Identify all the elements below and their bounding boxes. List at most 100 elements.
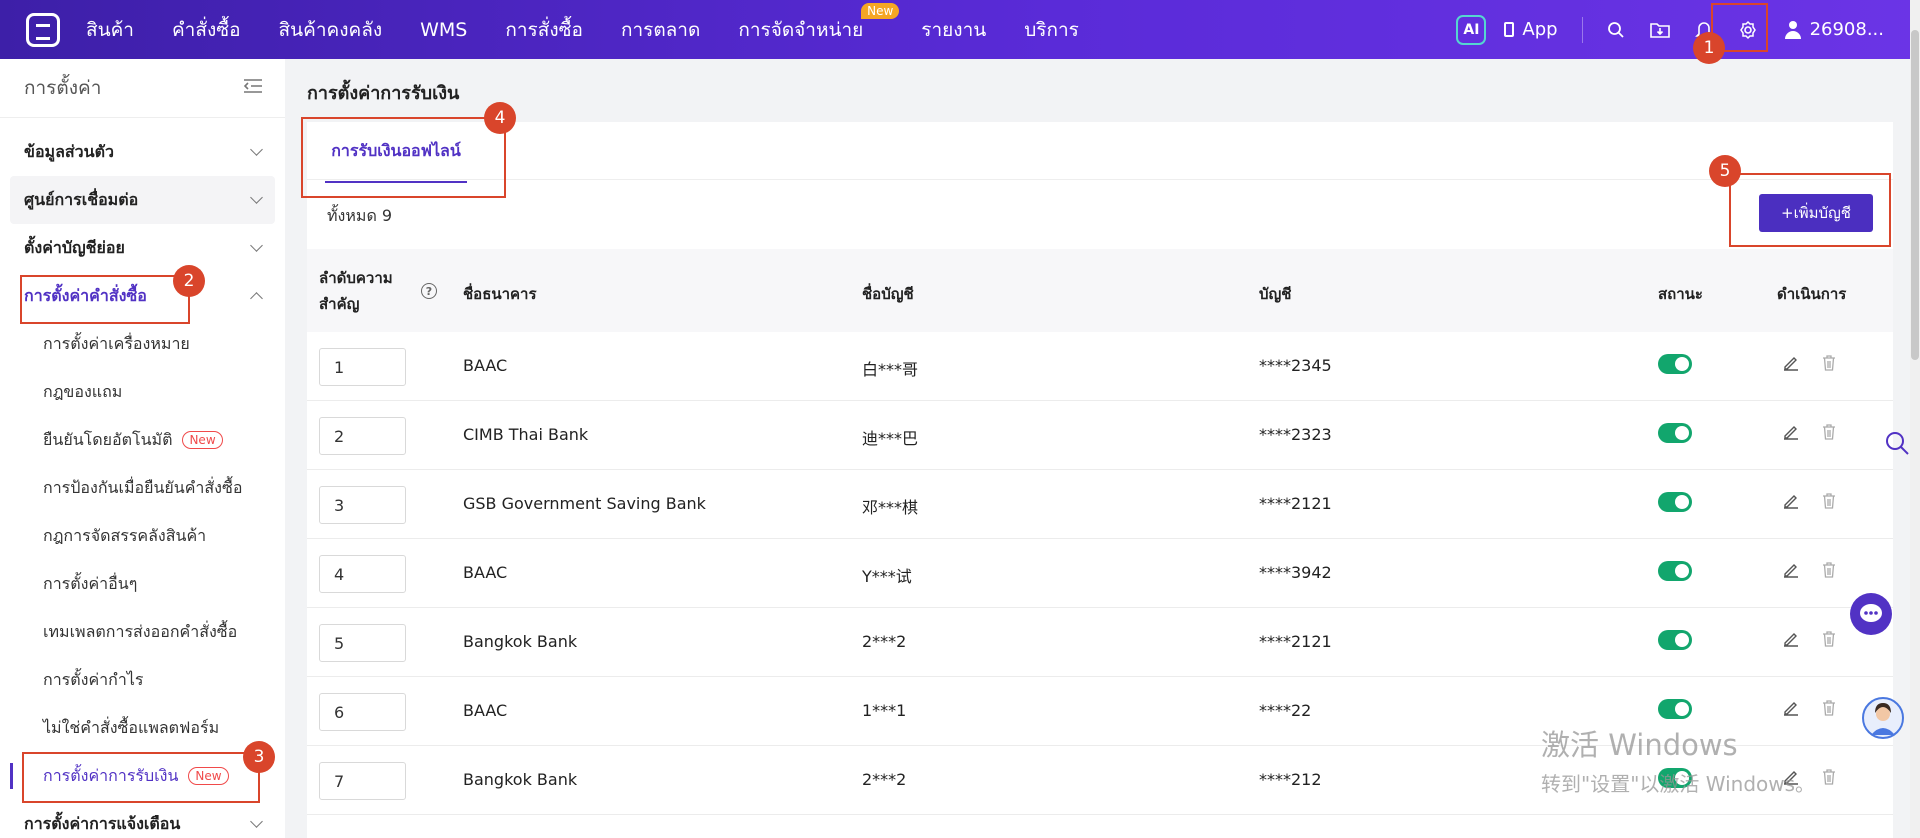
- header-priority-line2: สำคัญ: [319, 295, 360, 313]
- delete-icon[interactable]: [1820, 561, 1840, 581]
- nav-purchasing[interactable]: การสั่งซื้อ: [505, 15, 583, 45]
- sidebar-group-label: ศูนย์การเชื่อมต่อ: [24, 189, 139, 209]
- edit-icon[interactable]: [1782, 354, 1802, 374]
- account-cell: ****22: [1259, 701, 1312, 720]
- status-toggle[interactable]: [1658, 699, 1692, 719]
- chevron-down-icon: [250, 239, 263, 252]
- page-title: การตั้งค่าการรับเงิน: [307, 83, 460, 104]
- assistant-avatar[interactable]: [1862, 697, 1904, 739]
- sidebar-item-profit-settings[interactable]: การตั้งค่ากำไร: [0, 656, 285, 704]
- chevron-down-icon: [250, 815, 263, 828]
- logo[interactable]: [26, 12, 60, 47]
- account-cell: ****2121: [1259, 494, 1332, 513]
- ai-button[interactable]: AI: [1456, 14, 1487, 45]
- sidebar-item-export-template[interactable]: เทมเพลตการส่งออกคำสั่งซื้อ: [0, 608, 285, 656]
- header-actions: ดำเนินการ: [1777, 285, 1847, 303]
- annotation-badge-5: 5: [1709, 155, 1741, 187]
- app-button[interactable]: App: [1504, 19, 1558, 40]
- priority-input[interactable]: 7: [319, 762, 406, 800]
- delete-icon[interactable]: [1820, 699, 1840, 719]
- total-count: ทั้งหมด 9: [327, 206, 393, 225]
- header-account: บัญชี: [1259, 285, 1292, 303]
- chevron-down-icon: [250, 191, 263, 204]
- table-row: 3 GSB Government Saving Bank 邓***棋 ****2…: [307, 470, 1893, 539]
- account-name-cell: 2***2: [862, 632, 907, 651]
- delete-icon[interactable]: [1820, 492, 1840, 512]
- nav-products[interactable]: สินค้า: [86, 15, 134, 45]
- help-icon[interactable]: ?: [421, 283, 437, 299]
- sidebar-item-label: ยืนยันโดยอัตโนมัติ: [43, 429, 173, 449]
- annotation-badge-2: 2: [173, 265, 205, 297]
- nav-marketing[interactable]: การตลาด: [621, 15, 700, 45]
- priority-input[interactable]: 1: [319, 348, 406, 386]
- priority-input[interactable]: 3: [319, 486, 406, 524]
- search-icon[interactable]: [1605, 19, 1627, 41]
- nav-distribution[interactable]: การจัดจำหน่าย New: [738, 2, 900, 45]
- sidebar-item-non-platform-orders[interactable]: ไม่ใช่คำสั่งซื้อแพลตฟอร์ม: [0, 704, 285, 752]
- account-name-cell: Y***试: [862, 567, 912, 586]
- account-cell: ****2345: [1259, 356, 1332, 375]
- nav-inventory[interactable]: สินค้าคงคลัง: [279, 15, 383, 45]
- tab-divider: [307, 179, 1893, 180]
- windows-watermark: 激活 Windows 转到"设置"以激活 Windows。: [1541, 722, 1815, 797]
- sidebar-title: การตั้งค่า: [24, 77, 102, 99]
- status-toggle[interactable]: [1658, 630, 1692, 650]
- sidebar-item-mark-settings[interactable]: การตั้งค่าเครื่องหมาย: [0, 320, 285, 368]
- edit-icon[interactable]: [1782, 699, 1802, 719]
- bank-name-cell: BAAC: [463, 701, 508, 720]
- nav-wms[interactable]: WMS: [420, 19, 467, 41]
- edit-icon[interactable]: [1782, 561, 1802, 581]
- annotation-box-4: [301, 117, 506, 198]
- sidebar-item-auto-confirm[interactable]: ยืนยันโดยอัตโนมัติ New: [0, 416, 285, 464]
- sidebar-item-confirm-protection[interactable]: การป้องกันเมื่อยืนยันคำสั่งซื้อ: [0, 464, 285, 512]
- user-label: 26908...: [1809, 19, 1884, 40]
- phone-icon: [1504, 22, 1515, 37]
- annotation-badge-4: 4: [484, 102, 516, 134]
- nav-orders[interactable]: คำสั่งซื้อ: [172, 15, 241, 45]
- delete-icon[interactable]: [1820, 354, 1840, 374]
- priority-input[interactable]: 4: [319, 555, 406, 593]
- status-toggle[interactable]: [1658, 561, 1692, 581]
- table-row: 4 BAAC Y***试 ****3942: [307, 539, 1893, 608]
- sidebar-group-label: การตั้งค่าการแจ้งเตือน: [24, 813, 181, 833]
- edit-icon[interactable]: [1782, 423, 1802, 443]
- watermark-line2: 转到"设置"以激活 Windows。: [1541, 772, 1816, 796]
- sidebar-item-warehouse-rules[interactable]: กฎการจัดสรรคลังสินค้า: [0, 512, 285, 560]
- top-right-tools: AI App 26908...: [1456, 0, 1920, 59]
- priority-input[interactable]: 2: [319, 417, 406, 455]
- status-toggle[interactable]: [1658, 492, 1692, 512]
- nav-reports[interactable]: รายงาน: [921, 15, 986, 45]
- priority-input[interactable]: 5: [319, 624, 406, 662]
- header-status: สถานะ: [1658, 285, 1703, 303]
- sidebar-group-subaccount[interactable]: ตั้งค่าบัญชีย่อย: [0, 224, 285, 272]
- annotation-badge-1: 1: [1693, 32, 1725, 64]
- collapse-menu-icon[interactable]: [243, 78, 263, 98]
- sidebar-group-profile[interactable]: ข้อมูลส่วนตัว: [0, 128, 285, 176]
- account-cell: ****212: [1259, 770, 1322, 789]
- user-icon: [1784, 20, 1802, 39]
- sidebar-header: การตั้งค่า: [0, 59, 285, 118]
- bank-name-cell: Bangkok Bank: [463, 632, 578, 651]
- sidebar-group-integration[interactable]: ศูนย์การเชื่อมต่อ: [10, 176, 275, 224]
- nav-services[interactable]: บริการ: [1024, 15, 1079, 45]
- sidebar-group-label: ข้อมูลส่วนตัว: [24, 141, 114, 161]
- sidebar-group-notification[interactable]: การตั้งค่าการแจ้งเตือน: [0, 800, 285, 838]
- sidebar-item-other-settings[interactable]: การตั้งค่าอื่นๆ: [0, 560, 285, 608]
- search-float-icon[interactable]: [1884, 430, 1910, 460]
- page-scrollbar[interactable]: [1910, 0, 1920, 838]
- user-menu[interactable]: 26908...: [1784, 19, 1884, 40]
- scrollbar-thumb[interactable]: [1911, 30, 1919, 360]
- delete-icon[interactable]: [1820, 423, 1840, 443]
- bank-name-cell: BAAC: [463, 563, 508, 582]
- status-toggle[interactable]: [1658, 423, 1692, 443]
- sidebar-item-gift-rules[interactable]: กฎของแถม: [0, 368, 285, 416]
- nav-distribution-label: การจัดจำหน่าย: [738, 18, 864, 41]
- edit-icon[interactable]: [1782, 630, 1802, 650]
- delete-icon[interactable]: [1820, 630, 1840, 650]
- status-toggle[interactable]: [1658, 354, 1692, 374]
- download-folder-icon[interactable]: [1649, 19, 1671, 41]
- priority-input[interactable]: 6: [319, 693, 406, 731]
- delete-icon[interactable]: [1820, 768, 1840, 788]
- edit-icon[interactable]: [1782, 492, 1802, 512]
- chat-bubble-icon[interactable]: [1850, 593, 1892, 635]
